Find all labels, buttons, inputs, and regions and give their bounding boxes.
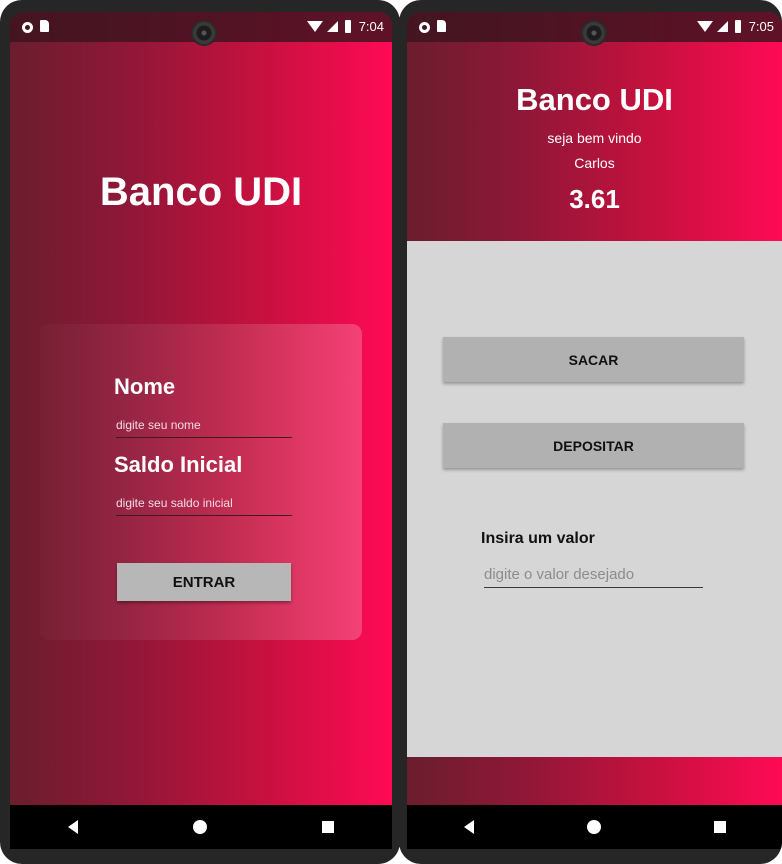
front-camera: [193, 22, 215, 44]
welcome-text: seja bem vindo: [547, 130, 642, 146]
deposit-button[interactable]: DEPOSITAR: [443, 423, 744, 468]
back-icon[interactable]: [67, 820, 78, 834]
home-icon[interactable]: [586, 820, 601, 834]
name-input[interactable]: [116, 412, 292, 438]
user-name: Carlos: [574, 155, 615, 171]
status-time: 7:04: [358, 19, 384, 34]
initial-balance-input[interactable]: [116, 490, 292, 516]
front-camera: [583, 22, 605, 44]
sim-card-icon: [437, 20, 446, 32]
wifi-icon: [696, 21, 713, 32]
app-title: Banco UDI: [99, 170, 303, 214]
enter-button[interactable]: ENTRAR: [117, 563, 291, 601]
back-icon[interactable]: [463, 820, 474, 834]
recent-apps-icon[interactable]: [322, 821, 335, 833]
status-indicators: 7:05: [696, 19, 774, 34]
initial-balance-label: Saldo Inicial: [114, 452, 243, 477]
account-screen: Banco UDI seja bem vindo Carlos 3.61 7:0…: [407, 12, 782, 849]
account-body: [407, 241, 782, 757]
wifi-icon: [306, 21, 323, 32]
name-label: Nome: [114, 374, 176, 399]
amount-label: Insira um valor: [481, 530, 595, 547]
withdraw-button[interactable]: SACAR: [443, 337, 744, 382]
battery-icon: [344, 20, 351, 33]
home-icon[interactable]: [192, 820, 207, 834]
signal-icon: [716, 21, 728, 32]
phone-frame-login: 7:04 Banco UDI Nome Saldo Inicial ENTRAR: [0, 0, 400, 864]
account-header: Banco UDI seja bem vindo Carlos 3.61: [407, 12, 782, 241]
phone-frame-account: Banco UDI seja bem vindo Carlos 3.61 7:0…: [399, 0, 782, 864]
signal-icon: [326, 21, 338, 32]
notification-dot-icon: [419, 22, 430, 33]
amount-input[interactable]: [484, 562, 703, 588]
sim-card-icon: [40, 20, 49, 32]
navigation-bar: [407, 805, 782, 849]
status-time: 7:05: [748, 19, 774, 34]
screenshot-stage: 7:04 Banco UDI Nome Saldo Inicial ENTRAR…: [0, 0, 782, 864]
account-footer: [407, 757, 782, 805]
battery-icon: [734, 20, 741, 33]
recent-apps-icon[interactable]: [713, 821, 726, 833]
login-screen: 7:04 Banco UDI Nome Saldo Inicial ENTRAR: [10, 12, 392, 849]
account-balance: 3.61: [569, 184, 620, 214]
navigation-bar: [10, 805, 392, 849]
app-title: Banco UDI: [516, 82, 673, 117]
notification-dot-icon: [22, 22, 33, 33]
status-indicators: 7:04: [306, 19, 384, 34]
